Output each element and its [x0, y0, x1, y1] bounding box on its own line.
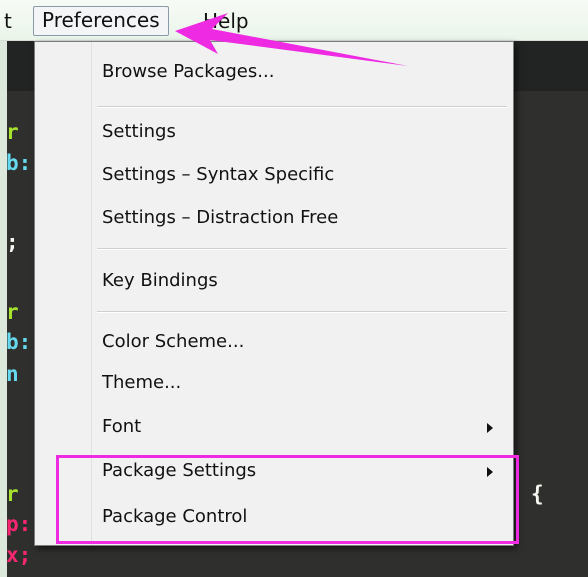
annotation-arrow-icon: [175, 13, 408, 66]
annotation-arrow-shape: [175, 13, 408, 66]
